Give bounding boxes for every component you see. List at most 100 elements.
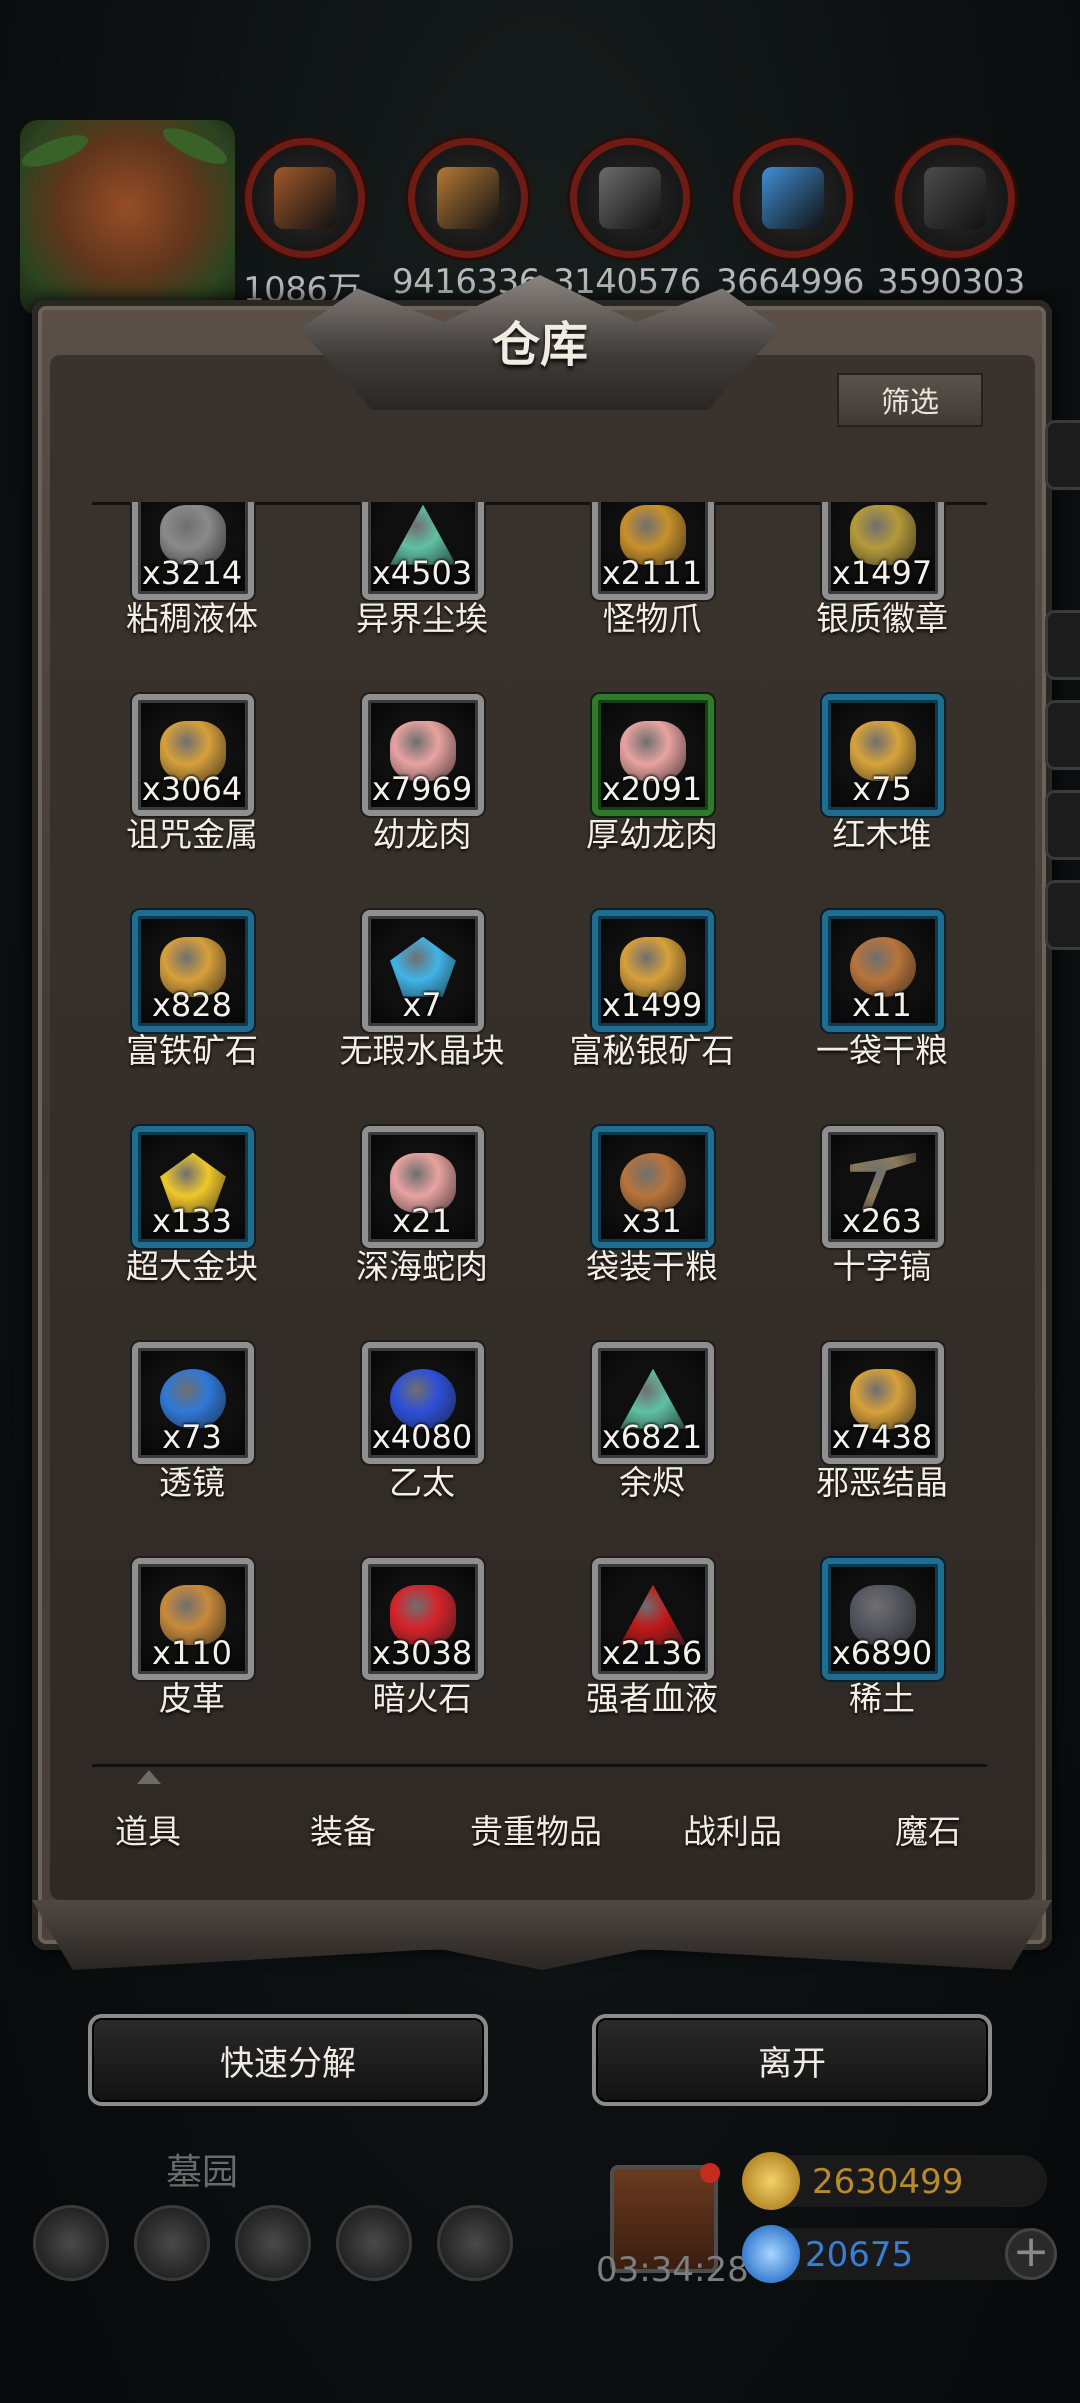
inventory-item[interactable]: x7 无瑕水晶块 [322,910,522,1080]
item-name: 超大金块 [126,1247,258,1286]
item-count: x11 [852,986,912,1024]
stone-icon [924,167,986,229]
item-count: x4080 [371,1418,473,1456]
item-name: 厚幼龙肉 [586,815,718,854]
iron-ingot-icon [599,167,661,229]
item-name: 邪恶结晶 [816,1463,948,1502]
item-name: 怪物爪 [602,599,702,638]
item-name: 稀土 [849,1679,915,1718]
side-tab[interactable] [1045,790,1080,860]
item-count: x2091 [601,770,703,808]
side-tab[interactable] [1045,700,1080,770]
side-tab[interactable] [1045,880,1080,950]
shield-icon[interactable] [134,2205,210,2281]
iron-ingot-resource-icon[interactable] [570,138,690,258]
item-count: x110 [151,1634,232,1672]
item-name: 深海蛇肉 [356,1247,488,1286]
add-currency-button[interactable]: + [1005,2228,1057,2280]
rune-icon[interactable] [235,2205,311,2281]
gem-icon [742,2225,800,2283]
base-building-icon[interactable] [18,120,235,315]
item-name: 无瑕水晶块 [339,1031,505,1070]
item-name: 十字镐 [832,1247,932,1286]
item-count: x133 [151,1202,232,1240]
item-name: 一袋干粮 [816,1031,948,1070]
gold-amount: 2630499 [812,2162,964,2202]
resource-value: 3590303 [877,262,1025,302]
item-count: x7438 [831,1418,933,1456]
inventory-item[interactable]: x21 深海蛇肉 [322,1126,522,1296]
side-tab[interactable] [1045,610,1080,680]
settings-icon[interactable] [33,2205,109,2281]
inventory-item[interactable]: x4503 异界尘埃 [322,502,522,648]
stone-resource-icon[interactable] [895,138,1015,258]
item-name: 银质徽章 [816,599,948,638]
divider [92,1764,987,1767]
item-count: x31 [622,1202,682,1240]
item-count: x2136 [601,1634,703,1672]
inventory-item[interactable]: x3064 诅咒金属 [92,694,292,864]
gem-amount: 20675 [805,2235,914,2275]
inventory-item[interactable]: x3038 暗火石 [322,1558,522,1728]
tab-magic-stones[interactable]: 魔石 [895,1805,961,1853]
item-name: 富铁矿石 [126,1031,258,1070]
leave-button[interactable]: 离开 [592,2014,992,2106]
item-count: x263 [841,1202,922,1240]
inventory-item[interactable]: x6821 余烬 [552,1342,752,1512]
item-count: x1497 [831,554,933,592]
item-name: 强者血液 [586,1679,718,1718]
gold-coin-icon [742,2152,800,2210]
panel-title: 仓库 [491,317,588,373]
inventory-item[interactable]: x828 富铁矿石 [92,910,292,1080]
inventory-item[interactable]: x11 一袋干粮 [782,910,982,1080]
inventory-item[interactable]: x2111 怪物爪 [552,502,752,648]
notification-dot [700,2163,720,2183]
wood-resource-icon[interactable] [408,138,528,258]
tab-valuables[interactable]: 贵重物品 [470,1805,602,1853]
location-label: 墓园 [166,2152,239,2193]
crystal-icon [762,167,824,229]
item-count: x6821 [601,1418,703,1456]
item-count: x3038 [371,1634,473,1672]
inventory-item[interactable]: x75 红木堆 [782,694,982,864]
item-name: 乙太 [389,1463,455,1502]
filter-button[interactable]: 筛选 [837,373,983,427]
inventory-item[interactable]: x110 皮革 [92,1558,292,1728]
quick-decompose-button[interactable]: 快速分解 [88,2014,488,2106]
inventory-item[interactable]: x2136 强者血液 [552,1558,752,1728]
inventory-item[interactable]: x133 超大金块 [92,1126,292,1296]
item-name: 暗火石 [372,1679,472,1718]
scroll-icon[interactable] [437,2205,513,2281]
item-name: 透镜 [159,1463,225,1502]
tab-items[interactable]: 道具 [115,1805,181,1853]
item-count: x7 [402,986,442,1024]
category-tabs: 道具 装备 贵重物品 战利品 魔石 [60,1780,1030,1900]
inventory-item[interactable]: x1497 银质徽章 [782,502,982,648]
tab-equipment[interactable]: 装备 [310,1805,376,1853]
inventory-item[interactable]: x73 透镜 [92,1342,292,1512]
event-timer: 03:34:28 [596,2250,749,2290]
item-count: x4503 [371,554,473,592]
item-name: 红木堆 [832,815,932,854]
item-grid[interactable]: x3214 粘稠液体 x4503 异界尘埃 x2111 怪物爪 x1497 银质徽章 x3064… [92,502,987,1764]
meat-resource-icon[interactable] [245,138,365,258]
palm-leaf-icon [18,128,92,174]
inventory-item[interactable]: x7969 幼龙肉 [322,694,522,864]
inventory-item[interactable]: x7438 邪恶结晶 [782,1342,982,1512]
inventory-item[interactable]: x1499 富秘银矿石 [552,910,752,1080]
item-name: 幼龙肉 [372,815,472,854]
resource-value: 3664996 [716,262,864,302]
map-icon[interactable] [336,2205,412,2281]
item-name: 余烬 [619,1463,685,1502]
inventory-item[interactable]: x4080 乙太 [322,1342,522,1512]
item-count: x828 [151,986,232,1024]
item-name: 异界尘埃 [356,599,488,638]
inventory-item[interactable]: x2091 厚幼龙肉 [552,694,752,864]
side-tab[interactable] [1045,420,1080,490]
crystal-resource-icon[interactable] [733,138,853,258]
inventory-item[interactable]: x3214 粘稠液体 [92,502,292,648]
inventory-item[interactable]: x6890 稀土 [782,1558,982,1728]
inventory-item[interactable]: x263 十字镐 [782,1126,982,1296]
inventory-item[interactable]: x31 袋装干粮 [552,1126,752,1296]
tab-loot[interactable]: 战利品 [683,1805,782,1853]
